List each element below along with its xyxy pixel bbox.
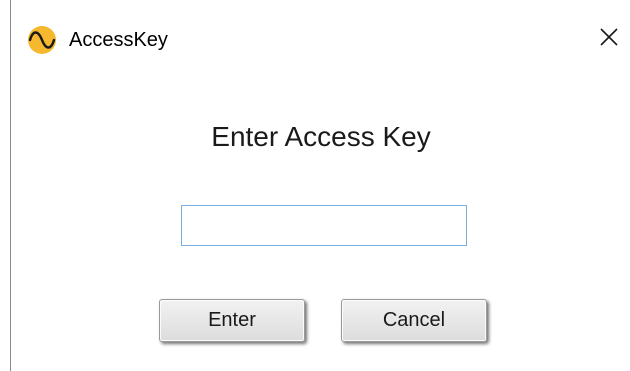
close-icon [599,27,619,52]
access-key-input[interactable] [181,205,467,246]
sine-wave-icon [27,25,57,55]
window-title: AccessKey [69,29,168,51]
cancel-button[interactable]: Cancel [341,299,487,342]
enter-button[interactable]: Enter [159,299,305,342]
title-bar[interactable]: AccessKey [11,0,630,78]
close-button[interactable] [587,18,630,60]
access-key-window: AccessKey Enter Access Key Enter Cancel [10,0,630,371]
dialog-content: Enter Access Key Enter Cancel [11,78,630,371]
dialog-heading: Enter Access Key [211,121,431,152]
